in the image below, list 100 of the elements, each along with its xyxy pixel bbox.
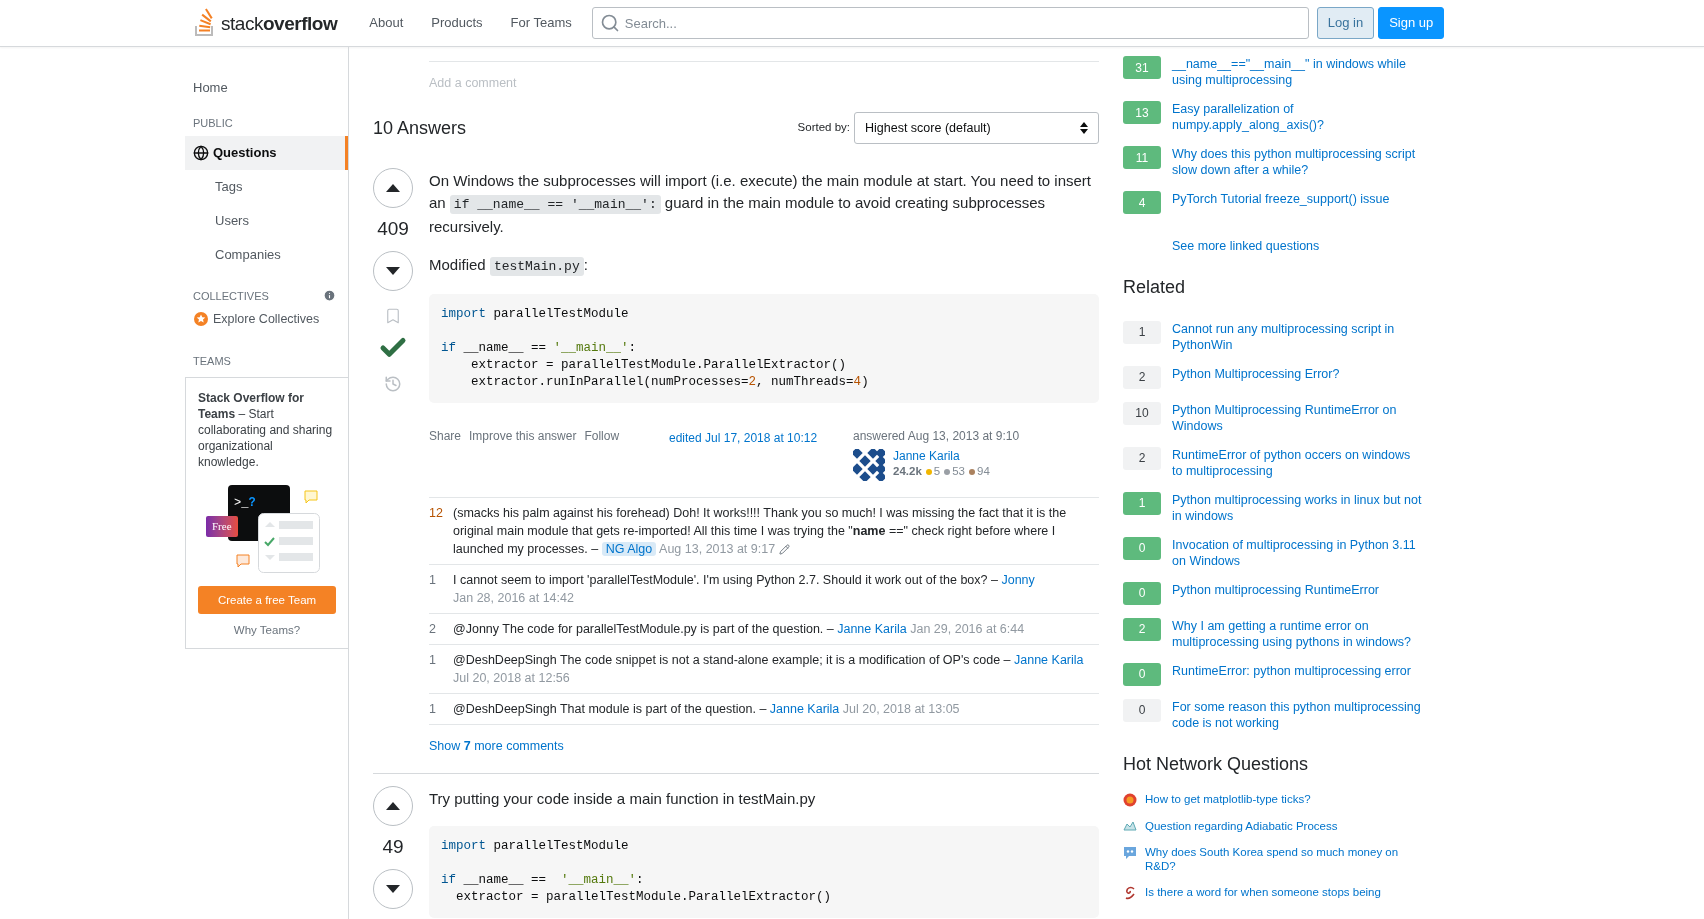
post-menu-link[interactable]: Improve this answer <box>469 427 577 445</box>
question-link[interactable]: RuntimeError: python multiprocessing error <box>1172 662 1422 686</box>
score-badge: 13 <box>1123 101 1161 124</box>
section-heading: TEAMS <box>192 353 232 369</box>
answer-paragraph: Modified testMain.py : <box>429 255 589 278</box>
search-icon <box>599 13 620 33</box>
score-badge: 1 <box>1123 491 1161 515</box>
code-block: import parallelTestModule if __name__ == '__main__': extractor = parallelTestModule.ParallelExtractor() <box>429 826 1099 918</box>
down-arrow-icon <box>386 884 400 893</box>
question-link[interactable]: Easy parallelization of numpy.apply_along_axis()? <box>1172 101 1422 133</box>
answer-paragraph: On Windows the subprocesses will import (i.e. execute) the main module at start. You need to insert an if __name__ == '__main__': guard in the main module to avoid creating subprocesses recursively. <box>429 171 1092 237</box>
section-heading: COLLECTIVES <box>193 288 269 304</box>
score-badge: 31 <box>1123 56 1161 79</box>
badge-dot-icon <box>969 468 975 475</box>
comment-author[interactable]: Janne Karila <box>837 622 907 636</box>
sidebar-item[interactable]: Companies <box>185 237 348 272</box>
chat-bubble-icon <box>304 490 318 505</box>
code-block: import parallelTestModule if __name__ == '__main__': extractor = parallelTestModule.ParallelExtractor() extractor.runInParallel(numProcesses=2, numThreads=4) <box>429 294 1099 403</box>
badge-dot-icon <box>925 468 932 475</box>
site-icon <box>1123 792 1137 807</box>
nav-link[interactable]: About <box>357 7 416 39</box>
down-arrow-icon <box>386 266 400 275</box>
nav-link[interactable]: Products <box>419 7 495 39</box>
answers-count: 10 Answers <box>373 116 467 140</box>
score-badge: 10 <box>1123 401 1161 425</box>
comment-score: 1 <box>429 572 437 589</box>
question-link[interactable]: Cannot run any multiprocessing script in PythonWin <box>1172 320 1422 353</box>
sidebar-item[interactable]: Home <box>185 73 348 103</box>
question-link[interactable]: Python multiprocessing RuntimeError <box>1172 581 1422 605</box>
sidebar-item[interactable]: Users <box>185 203 348 238</box>
post-menu-link[interactable]: Follow <box>584 427 620 445</box>
badge-count: 94 <box>977 464 990 479</box>
badge-count: 5 <box>933 464 941 479</box>
question-link[interactable]: Invocation of multiprocessing in Python 3.11 on Windows <box>1172 536 1422 569</box>
comment-author[interactable]: Jonny <box>1001 573 1035 587</box>
hot-question-link[interactable]: How to get matplotlib-type ticks? <box>1145 791 1405 806</box>
sort-label: Sorted by: <box>797 120 850 136</box>
free-badge: Free <box>206 516 238 537</box>
create-team-button[interactable]: Create a free Team <box>198 586 336 615</box>
comment-score: 2 <box>429 621 437 638</box>
question-link[interactable]: Python Multiprocessing RuntimeError on Windows <box>1172 401 1422 434</box>
vote-count: 49 <box>382 835 404 859</box>
question-link[interactable]: For some reason this python multiprocessing code is not working <box>1172 698 1422 731</box>
badge-count: 53 <box>952 464 965 479</box>
site-icon <box>1123 845 1137 860</box>
score-badge: 4 <box>1123 191 1161 214</box>
comment-text: (smacks his palm against his forehead) Doh! It works!!!! Thank you so much! I was missing the fact that it is the original main module that gets re-imported! All this time I was trying the "name ==" check right before where I launched my processes. – NG Algo Aug 13, 2013 at 9:17 <box>453 505 1068 558</box>
comment-text: @Jonny The code for parallelTestModule.py is part of the question. – Janne Karila Jan 29, 2016 at 6:44 <box>453 621 1025 638</box>
reputation-score: 24.2k <box>893 464 922 479</box>
sort-dropdown[interactable]: Highest score (default) <box>854 112 1099 144</box>
comment-author[interactable]: Janne Karila <box>1014 653 1084 667</box>
collectives-icon <box>193 311 209 328</box>
nav-link[interactable]: For Teams <box>498 7 584 39</box>
sidebar-item[interactable]: Tags <box>185 169 348 204</box>
search-field[interactable]: Search... <box>591 7 1309 39</box>
score-badge: 2 <box>1123 617 1161 641</box>
score-badge: 2 <box>1123 446 1161 470</box>
hot-question-link[interactable]: Is there a word for when someone stops being <box>1145 884 1405 899</box>
comment-score: 1 <box>429 652 437 669</box>
up-arrow-icon <box>386 184 400 192</box>
site-icon <box>1123 885 1137 900</box>
logo-text[interactable]: stackoverflow <box>221 13 338 33</box>
answered-date: answered Aug 13, 2013 at 9:10 <box>853 428 1020 445</box>
sidebar-item[interactable]: Explore Collectives <box>185 310 348 329</box>
question-link[interactable]: Why I am getting a runtime error on multiprocessing using pythons in windows? <box>1172 617 1422 650</box>
info-icon[interactable] <box>323 289 336 303</box>
score-badge: 2 <box>1123 365 1161 389</box>
show-more-comments-link[interactable]: Show 7 more comments <box>429 739 564 753</box>
score-badge: 0 <box>1123 581 1161 605</box>
edited-link[interactable]: edited Jul 17, 2018 at 10:12 <box>669 429 853 447</box>
why-teams-link[interactable]: Why Teams? <box>198 622 336 640</box>
comment-score: 1 <box>429 701 437 718</box>
user-name[interactable]: Janne Karila <box>893 449 990 464</box>
site-icon <box>1123 819 1137 832</box>
question-link[interactable]: Python Multiprocessing Error? <box>1172 365 1422 389</box>
comment-author[interactable]: Janne Karila <box>769 702 840 716</box>
question-link[interactable]: RuntimeError of python occers on windows to multiprocessing <box>1172 446 1422 479</box>
signup-button[interactable]: Sign up <box>1378 7 1445 39</box>
question-link[interactable]: PyTorch Tutorial freeze_support() issue <box>1172 191 1422 214</box>
avatar-icon[interactable] <box>853 449 885 481</box>
comment-text: @DeshDeepSingh The code snippet is not a stand-alone example; it is a modification of OP's code – Janne Karila Jul 20, 2018 at 12:56 <box>453 652 1085 687</box>
globe-icon <box>193 144 209 161</box>
comment-author[interactable]: NG Algo <box>601 542 657 556</box>
question-link[interactable]: Python multiprocessing works in linux but not in windows <box>1172 491 1422 524</box>
vote-count: 409 <box>377 217 409 241</box>
score-badge: 1 <box>1123 320 1161 344</box>
login-button[interactable]: Log in <box>1316 7 1375 39</box>
hot-questions-heading: Hot Network Questions <box>1123 752 1310 776</box>
terminal-prompt: >_? <box>234 496 256 511</box>
see-more-link[interactable]: See more linked questions <box>1172 237 1423 256</box>
checklist-drawing <box>258 513 320 574</box>
sidebar-item[interactable]: Questions <box>185 135 348 170</box>
hot-question-link[interactable]: Question regarding Adiabatic Process <box>1145 818 1405 833</box>
post-menu-link[interactable]: Share <box>429 427 462 445</box>
question-link[interactable]: __name__=="__main__" in windows while using multiprocessing <box>1172 56 1422 88</box>
question-link[interactable]: Why does this python multiprocessing script slow down after a while? <box>1172 146 1422 178</box>
section-heading: PUBLIC <box>192 116 234 131</box>
comment-score: 12 <box>429 505 444 522</box>
related-heading: Related <box>1123 275 1187 299</box>
hot-question-link[interactable]: Why does South Korea spend so much money on R&D? <box>1145 844 1405 873</box>
